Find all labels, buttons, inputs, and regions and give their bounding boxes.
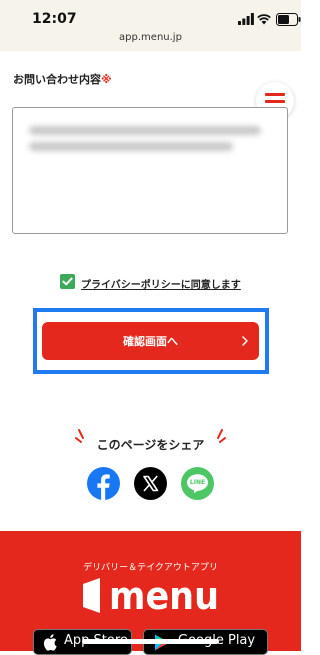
status-time: 12:07 xyxy=(32,11,77,27)
brand-wordmark: menu xyxy=(109,576,219,614)
cellular-signal-icon xyxy=(238,13,254,25)
x-share-button[interactable] xyxy=(134,467,167,500)
address-bar-url[interactable]: app.menu.jp xyxy=(0,32,301,43)
line-share-button[interactable]: LINE xyxy=(181,467,214,500)
share-heading: このページをシェア xyxy=(96,438,205,452)
hamburger-line xyxy=(265,100,285,103)
facebook-icon xyxy=(97,474,110,500)
checkmark-icon xyxy=(62,277,73,286)
chevron-right-icon xyxy=(242,336,248,346)
x-icon xyxy=(143,475,159,492)
hamburger-line xyxy=(265,93,285,96)
privacy-policy-link[interactable]: プライバシーポリシーに同意します xyxy=(81,276,241,291)
required-mark: ※ xyxy=(101,73,112,86)
status-icons xyxy=(238,13,301,27)
menu-logo: menu xyxy=(83,576,219,614)
blurred-text xyxy=(29,126,261,135)
confirm-screen-button[interactable]: 確認画面へ xyxy=(42,322,259,360)
inquiry-content-label: お問い合わせ内容※ xyxy=(13,71,112,87)
inquiry-textarea[interactable] xyxy=(12,107,288,234)
footer-caption: デリバリー＆テイクアウトアプリ xyxy=(83,563,218,573)
browser-top-bar: 12:07 app.menu.jp xyxy=(0,0,301,51)
consent-checkbox[interactable] xyxy=(60,274,75,289)
app-promo-footer: デリバリー＆テイクアウトアプリ menu App Store Google Pl… xyxy=(0,531,301,655)
home-indicator[interactable] xyxy=(82,639,219,644)
inquiry-label-text: お問い合わせ内容 xyxy=(13,73,101,86)
facebook-share-button[interactable] xyxy=(87,467,120,500)
battery-icon xyxy=(276,13,301,26)
line-icon-label: LINE xyxy=(189,479,206,486)
blurred-text xyxy=(29,142,233,151)
spark-right-icon xyxy=(217,429,226,443)
wifi-icon xyxy=(257,14,271,25)
apple-icon xyxy=(43,634,57,651)
confirm-button-label: 確認画面へ xyxy=(123,335,178,348)
